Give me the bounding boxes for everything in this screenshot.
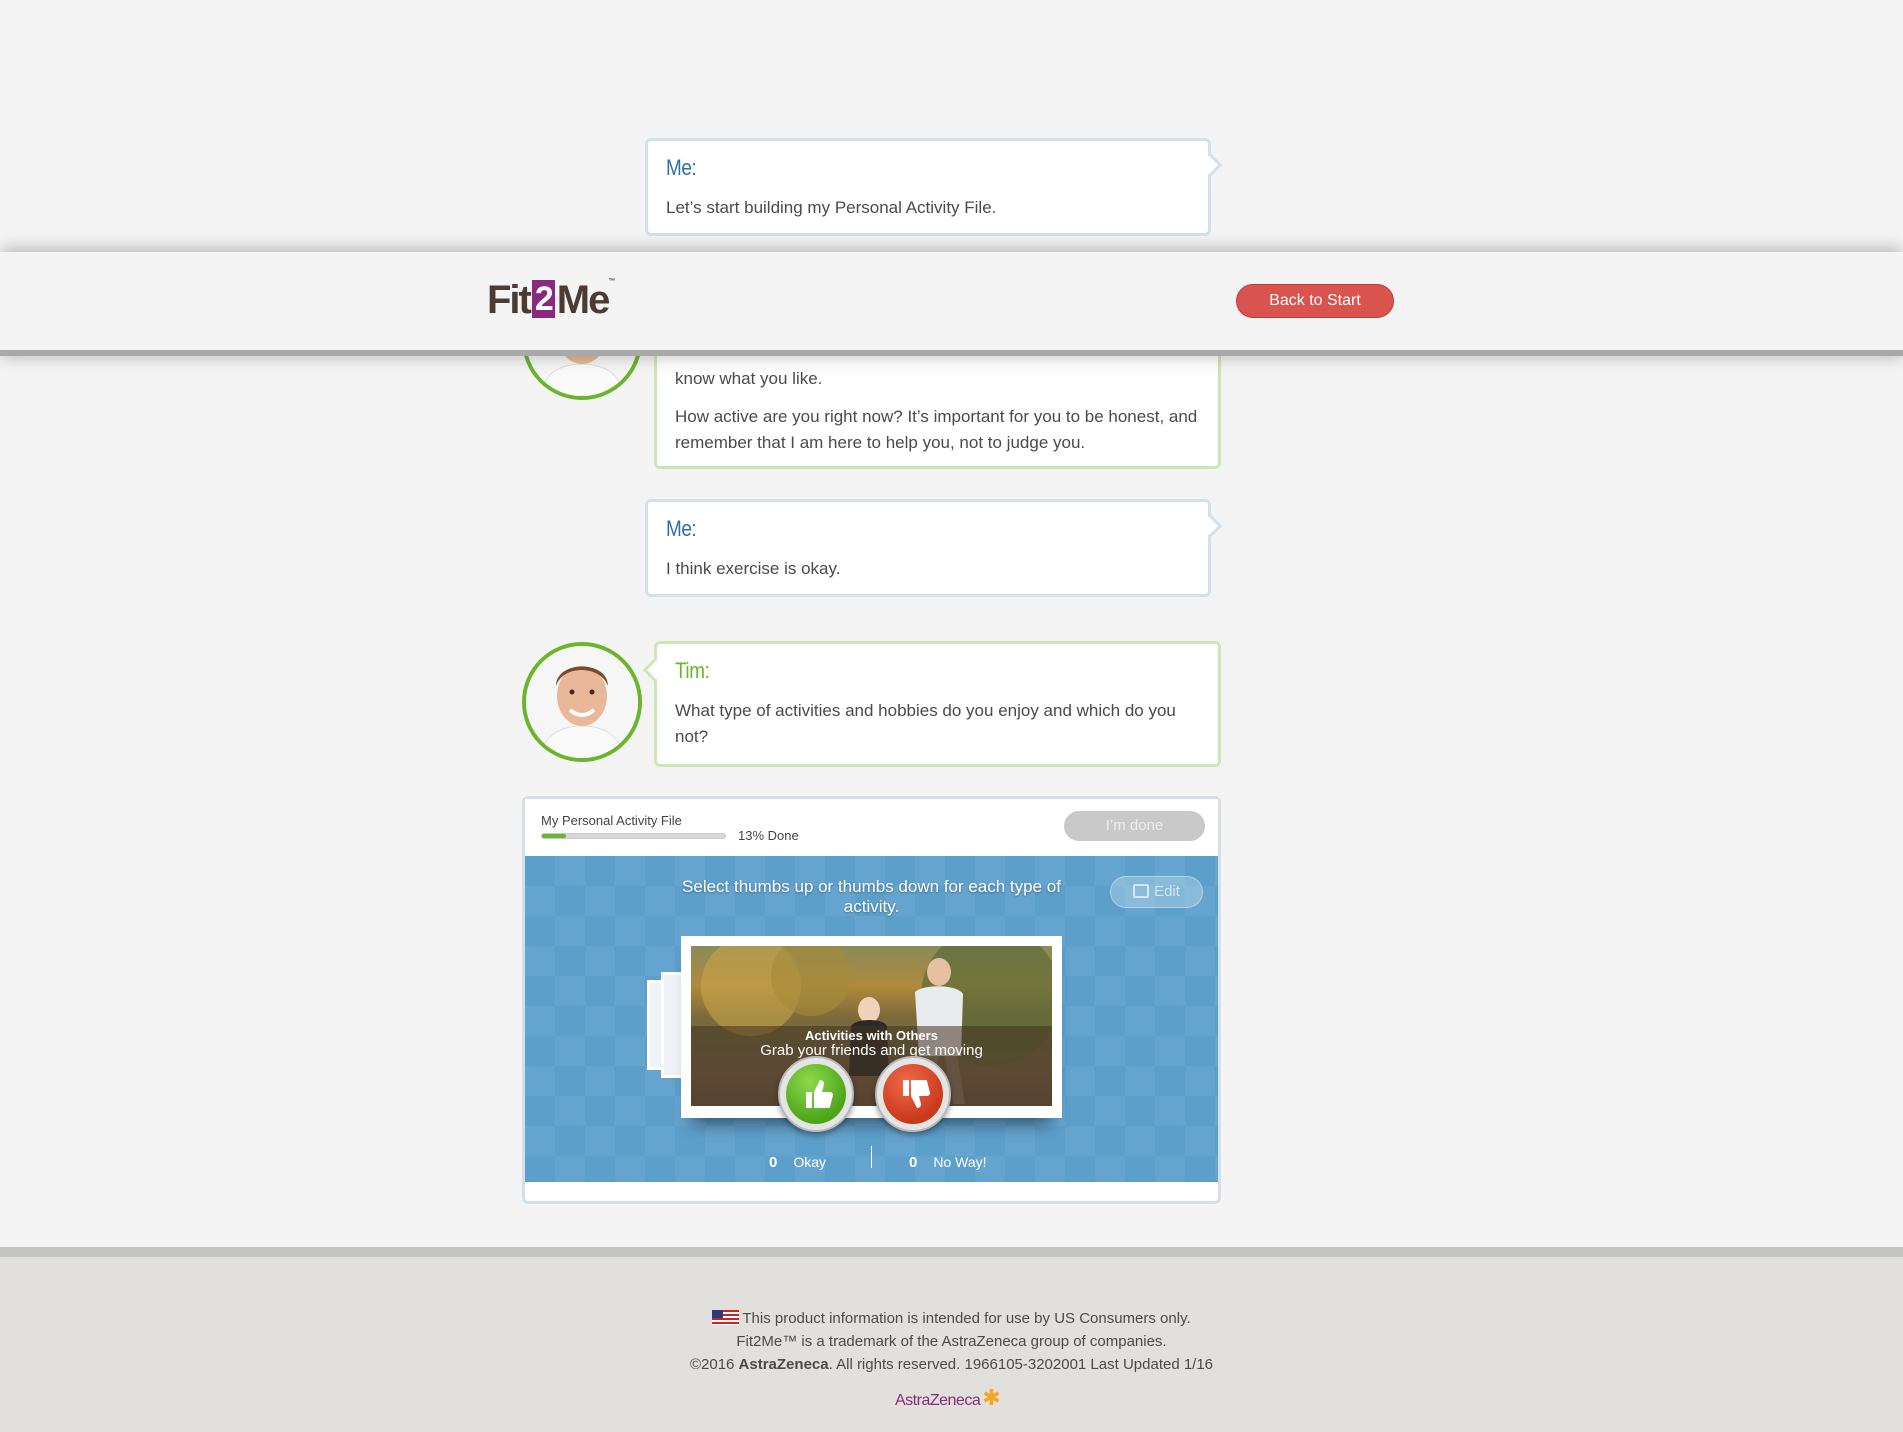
progress-bar bbox=[541, 833, 726, 839]
tim-avatar bbox=[522, 642, 642, 762]
panel-header: My Personal Activity File 13% Done I’m d… bbox=[525, 799, 1218, 856]
okay-counter: 0 Okay bbox=[769, 1154, 826, 1171]
site-footer: This product information is intended for… bbox=[0, 1247, 1903, 1432]
bubble-tail bbox=[1199, 514, 1223, 538]
message-text: know what you like. bbox=[675, 369, 823, 388]
okay-count: 0 bbox=[769, 1154, 778, 1171]
bubble-tail bbox=[1199, 153, 1223, 177]
message-text: Let’s start building my Personal Activit… bbox=[666, 198, 997, 217]
thumbs-down-icon bbox=[883, 1064, 943, 1124]
edit-button[interactable]: Edit bbox=[1110, 876, 1203, 908]
noway-counter: 0 No Way! bbox=[909, 1154, 987, 1171]
progress-fill bbox=[542, 834, 566, 838]
counter-divider bbox=[871, 1146, 872, 1168]
tim-face-icon bbox=[526, 646, 638, 758]
activity-card: Activities with Others Grab your friends… bbox=[681, 936, 1062, 1118]
astrazeneca-logo-text: AstraZeneca bbox=[895, 1392, 981, 1409]
bubble-tail bbox=[642, 658, 666, 682]
im-done-button[interactable]: I’m done bbox=[1064, 811, 1205, 841]
speaker-name: Me: bbox=[666, 155, 697, 180]
activity-stage: Select thumbs up or thumbs down for each… bbox=[525, 856, 1218, 1182]
back-to-start-button[interactable]: Back to Start bbox=[1236, 284, 1394, 318]
fit2me-logo[interactable]: Fit 2 Me™ bbox=[487, 278, 615, 323]
card-subtitle: Grab your friends and get moving bbox=[760, 1042, 983, 1059]
message-text: I think exercise is okay. bbox=[666, 559, 841, 578]
panel-title: My Personal Activity File bbox=[541, 813, 682, 828]
instruction-text: Select thumbs up or thumbs down for each… bbox=[682, 877, 1061, 916]
activity-file-panel: My Personal Activity File 13% Done I’m d… bbox=[522, 796, 1221, 1204]
logo-text: Me bbox=[556, 278, 611, 322]
edit-label: Edit bbox=[1154, 883, 1180, 900]
footer-line: ©2016 bbox=[689, 1356, 739, 1373]
astrazeneca-logo[interactable]: AstraZeneca✱ bbox=[895, 1385, 1001, 1411]
footer-line: . All rights reserved. 1966105-3202001 L… bbox=[828, 1356, 1214, 1373]
activity-photo: Activities with Others Grab your friends… bbox=[691, 946, 1052, 1106]
logo-two: 2 bbox=[531, 280, 555, 318]
card-title: Activities with Others bbox=[805, 1028, 938, 1043]
thumbs-up-icon bbox=[786, 1064, 846, 1124]
logo-tm: ™ bbox=[608, 278, 616, 285]
edit-icon bbox=[1133, 884, 1150, 898]
noway-label: No Way! bbox=[933, 1154, 987, 1170]
astrazeneca-mark-icon: ✱ bbox=[982, 1385, 1001, 1410]
speaker-name: Me: bbox=[666, 516, 697, 541]
noway-count: 0 bbox=[909, 1154, 918, 1171]
thumbs-down-button[interactable] bbox=[875, 1056, 951, 1132]
us-flag-icon bbox=[712, 1310, 740, 1325]
site-header: Fit 2 Me™ Back to Start bbox=[0, 252, 1903, 356]
footer-line: Fit2Me™ is a trademark of the AstraZenec… bbox=[736, 1333, 1167, 1350]
chat-bubble-me: Me: I think exercise is okay. bbox=[645, 499, 1223, 597]
footer-line: This product information is intended for… bbox=[742, 1310, 1191, 1327]
message-text: What type of activities and hobbies do y… bbox=[675, 701, 1176, 746]
message-text: How active are you right now? It’s impor… bbox=[675, 407, 1198, 452]
chat-bubble-me: Me: Let’s start building my Personal Act… bbox=[645, 138, 1223, 236]
chat-bubble-tim: Tim: What type of activities and hobbies… bbox=[642, 641, 1221, 767]
thumbs-up-button[interactable] bbox=[778, 1056, 854, 1132]
progress-text: 13% Done bbox=[738, 828, 799, 843]
okay-label: Okay bbox=[793, 1154, 827, 1170]
footer-text: This product information is intended for… bbox=[0, 1307, 1903, 1376]
footer-brand: AstraZeneca bbox=[738, 1356, 829, 1373]
speaker-name: Tim: bbox=[675, 658, 710, 683]
logo-text: Fit bbox=[487, 278, 532, 322]
